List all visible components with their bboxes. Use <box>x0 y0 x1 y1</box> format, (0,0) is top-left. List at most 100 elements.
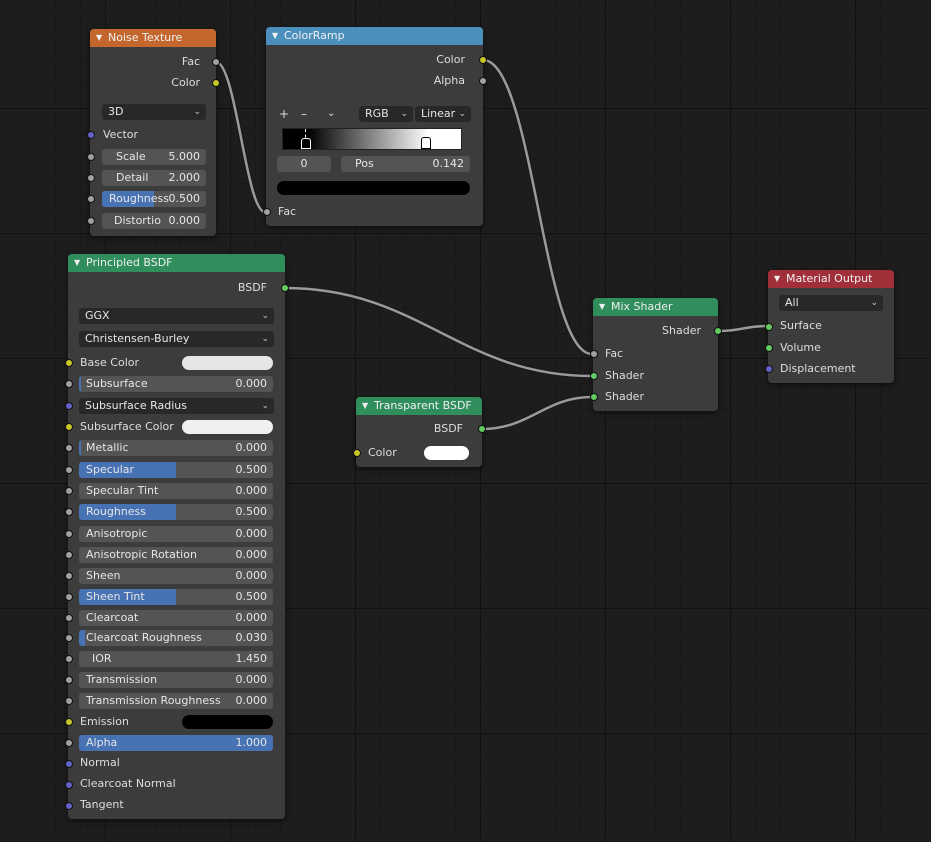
output-bsdf-socket[interactable] <box>478 425 486 433</box>
input-fac-socket[interactable] <box>263 208 271 216</box>
collapse-caret-icon[interactable]: ▼ <box>774 270 780 288</box>
anisotropic-rotation-slider[interactable]: Anisotropic Rotation 0.000 <box>79 547 273 563</box>
scale-field[interactable]: Scale 5.000 <box>102 149 206 165</box>
principled-bsdf-header[interactable]: ▼ Principled BSDF <box>68 254 285 272</box>
subsurface-radius-dropdown[interactable]: Subsurface Radius ⌄ <box>79 398 274 414</box>
input-transmission-socket[interactable] <box>65 676 73 684</box>
detail-field[interactable]: Detail 2.000 <box>102 170 206 186</box>
noise-texture-node[interactable]: ▼ Noise Texture Fac Color 3D ⌄ Vector Sca… <box>87 29 220 236</box>
input-specular-tint-socket[interactable] <box>65 487 73 495</box>
ramp-menu-chevron-down-icon[interactable]: ⌄ <box>327 106 335 122</box>
output-fac-socket[interactable] <box>212 58 220 66</box>
subsurface-color-swatch[interactable] <box>182 420 273 434</box>
input-volume-socket[interactable] <box>765 344 773 352</box>
output-color-socket[interactable] <box>212 79 220 87</box>
color-ramp-gradient[interactable] <box>282 128 462 150</box>
sheen-tint-slider[interactable]: Sheen Tint 0.500 <box>79 589 273 605</box>
metallic-slider[interactable]: Metallic 0.000 <box>79 440 273 456</box>
input-displacement-socket[interactable] <box>765 365 773 373</box>
transparent-bsdf-header[interactable]: ▼ Transparent BSDF <box>356 397 482 415</box>
input-roughness-socket[interactable] <box>87 195 95 203</box>
input-normal-socket[interactable] <box>65 760 73 768</box>
input-base-color-socket[interactable] <box>65 359 73 367</box>
input-subsurface-radius-socket[interactable] <box>65 402 73 410</box>
color-swatch[interactable] <box>424 446 469 460</box>
input-tangent-socket[interactable] <box>65 802 73 810</box>
input-color-socket[interactable] <box>353 449 361 457</box>
clearcoat-slider[interactable]: Clearcoat 0.000 <box>79 610 273 626</box>
remove-stop-icon[interactable]: – <box>301 106 307 122</box>
input-anisotropic-rotation-socket[interactable] <box>65 551 73 559</box>
material-output-node[interactable]: ▼ Material Output All ⌄ Surface Volume Di… <box>765 270 894 383</box>
input-detail-socket[interactable] <box>87 174 95 182</box>
input-sheen-socket[interactable] <box>65 572 73 580</box>
subsurface-color-label: Subsurface Color <box>80 420 174 433</box>
distortion-field[interactable]: Distortio 0.000 <box>102 213 206 229</box>
output-alpha-socket[interactable] <box>479 77 487 85</box>
input-roughness-socket[interactable] <box>65 508 73 516</box>
input-transmission-roughness-socket[interactable] <box>65 697 73 705</box>
emission-swatch[interactable] <box>182 715 273 729</box>
color-stop-marker[interactable] <box>301 138 311 149</box>
input-fac-socket[interactable] <box>590 350 598 358</box>
mix-shader-node[interactable]: ▼ Mix Shader Shader Fac Shader Shader <box>590 298 722 411</box>
alpha-slider[interactable]: Alpha 1.000 <box>79 735 273 751</box>
transmission-slider[interactable]: Transmission 0.000 <box>79 672 273 688</box>
specular-slider[interactable]: Specular 0.500 <box>79 462 273 478</box>
input-distortion-socket[interactable] <box>87 217 95 225</box>
color-stop-marker[interactable] <box>421 137 431 149</box>
input-ior-socket[interactable] <box>65 655 73 663</box>
input-scale-socket[interactable] <box>87 153 95 161</box>
noise-texture-header[interactable]: ▼ Noise Texture <box>90 29 216 47</box>
sheen-slider[interactable]: Sheen 0.000 <box>79 568 273 584</box>
input-surface-socket[interactable] <box>765 323 773 331</box>
input-emission-socket[interactable] <box>65 718 73 726</box>
subsurface-slider[interactable]: Subsurface 0.000 <box>79 376 273 392</box>
principled-bsdf-node[interactable]: ▼ Principled BSDF BSDF GGX ⌄ Christensen-… <box>65 254 289 819</box>
collapse-caret-icon[interactable]: ▼ <box>96 29 102 47</box>
collapse-caret-icon[interactable]: ▼ <box>272 27 278 45</box>
distribution-dropdown[interactable]: GGX ⌄ <box>79 308 274 324</box>
input-anisotropic-socket[interactable] <box>65 530 73 538</box>
input-subsurface-socket[interactable] <box>65 380 73 388</box>
render-target-dropdown[interactable]: All ⌄ <box>779 295 883 311</box>
stop-position-field[interactable]: Pos 0.142 <box>341 156 470 172</box>
input-alpha-socket[interactable] <box>65 739 73 747</box>
output-bsdf-socket[interactable] <box>281 284 289 292</box>
color-mode-dropdown[interactable]: RGB ⌄ <box>359 106 413 122</box>
dimension-dropdown[interactable]: 3D ⌄ <box>102 104 206 120</box>
add-stop-icon[interactable]: + <box>279 106 289 122</box>
clearcoat-roughness-slider[interactable]: Clearcoat Roughness 0.030 <box>79 630 273 646</box>
output-color-socket[interactable] <box>479 56 487 64</box>
anisotropic-slider[interactable]: Anisotropic 0.000 <box>79 526 273 542</box>
transparent-bsdf-node[interactable]: ▼ Transparent BSDF BSDF Color <box>353 397 486 467</box>
input-metallic-socket[interactable] <box>65 444 73 452</box>
transmission-roughness-slider[interactable]: Transmission Roughness 0.000 <box>79 693 273 709</box>
input-clearcoat-roughness-socket[interactable] <box>65 634 73 642</box>
input-subsurface-color-socket[interactable] <box>65 423 73 431</box>
output-shader-socket[interactable] <box>714 327 722 335</box>
stop-color-swatch[interactable] <box>277 181 470 195</box>
colorramp-node[interactable]: ▼ ColorRamp Color Alpha + – ⌄ RGB ⌄ Linea… <box>263 27 487 226</box>
subsurface-method-dropdown[interactable]: Christensen-Burley ⌄ <box>79 331 274 347</box>
stop-index-field[interactable]: 0 <box>277 156 331 172</box>
material-output-header[interactable]: ▼ Material Output <box>768 270 894 288</box>
colorramp-header[interactable]: ▼ ColorRamp <box>266 27 483 45</box>
input-vector-socket[interactable] <box>87 131 95 139</box>
input-shader-1-socket[interactable] <box>590 372 598 380</box>
roughness-slider[interactable]: Roughness 0.500 <box>102 191 206 207</box>
collapse-caret-icon[interactable]: ▼ <box>599 298 605 316</box>
input-shader-2-socket[interactable] <box>590 393 598 401</box>
collapse-caret-icon[interactable]: ▼ <box>362 397 368 415</box>
input-sheen-tint-socket[interactable] <box>65 593 73 601</box>
input-clearcoat-normal-socket[interactable] <box>65 781 73 789</box>
base-color-swatch[interactable] <box>182 356 273 370</box>
collapse-caret-icon[interactable]: ▼ <box>74 254 80 272</box>
mix-shader-header[interactable]: ▼ Mix Shader <box>593 298 718 316</box>
input-clearcoat-socket[interactable] <box>65 614 73 622</box>
input-specular-socket[interactable] <box>65 466 73 474</box>
specular-tint-slider[interactable]: Specular Tint 0.000 <box>79 483 273 499</box>
ior-field[interactable]: IOR 1.450 <box>79 651 273 667</box>
interpolation-dropdown[interactable]: Linear ⌄ <box>415 106 471 122</box>
roughness-slider[interactable]: Roughness 0.500 <box>79 504 273 520</box>
